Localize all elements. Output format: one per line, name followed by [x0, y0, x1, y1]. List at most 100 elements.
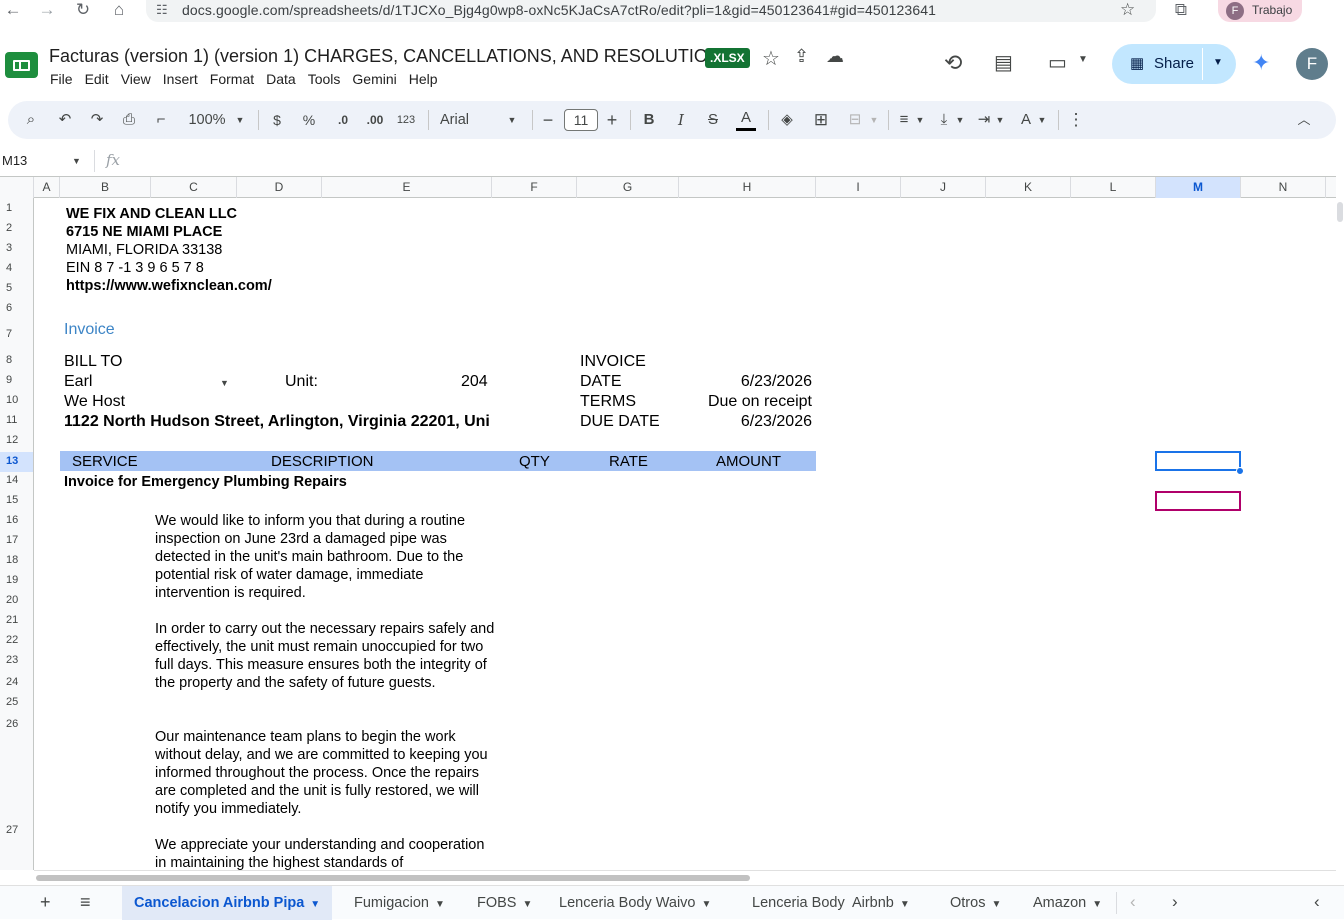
due-date-value[interactable]: 6/23/2026 [679, 413, 812, 431]
text-rotation-icon[interactable]: A [1016, 109, 1036, 131]
row-header[interactable]: 1 [0, 202, 33, 214]
percent-format-button[interactable]: % [300, 109, 318, 131]
font-size-input[interactable]: 11 [564, 109, 598, 131]
company-ein[interactable]: EIN 8 7 -1 3 9 6 5 7 8 [66, 260, 204, 276]
row-header[interactable]: 18 [0, 554, 33, 566]
menu-file[interactable]: File [44, 71, 79, 87]
header-rate[interactable]: RATE [609, 453, 648, 470]
horizontal-scroll-thumb[interactable] [36, 875, 750, 881]
bookmark-star-icon[interactable]: ☆ [1120, 0, 1135, 20]
menu-insert[interactable]: Insert [157, 71, 204, 87]
account-avatar[interactable]: F [1296, 48, 1328, 80]
back-icon[interactable]: ← [0, 0, 26, 22]
bold-icon[interactable]: B [640, 109, 658, 131]
company-name[interactable]: WE FIX AND CLEAN LLC [66, 206, 237, 222]
row-header[interactable]: 3 [0, 242, 33, 254]
active-cell-selection[interactable] [1155, 451, 1241, 471]
date-label[interactable]: DATE [580, 373, 621, 391]
menu-format[interactable]: Format [204, 71, 260, 87]
wrap-dropdown-icon[interactable]: ▼ [994, 109, 1006, 131]
bill-to-dropdown-icon[interactable]: ▼ [220, 378, 229, 388]
row-header[interactable]: 24 [0, 676, 33, 688]
document-title[interactable]: Facturas (version 1) (version 1) CHARGES… [49, 46, 733, 67]
increase-font-size-icon[interactable]: + [604, 109, 620, 131]
text-wrapping-icon[interactable]: ⇥ [974, 109, 994, 131]
column-header-d[interactable]: D [237, 177, 322, 198]
zoom-select[interactable]: 100% [184, 109, 230, 131]
share-button[interactable]: ▦ Share ▼ [1112, 44, 1236, 84]
row-header[interactable]: 11 [0, 414, 33, 426]
site-info-icon[interactable]: ☷ [156, 2, 168, 18]
row-header[interactable]: 17 [0, 534, 33, 546]
extensions-icon[interactable]: ⧉ [1168, 0, 1194, 22]
tab-dropdown-icon[interactable]: ▼ [900, 899, 910, 910]
collapse-toolbar-icon[interactable]: ︿ [1294, 109, 1314, 131]
row-header[interactable]: 12 [0, 434, 33, 446]
meet-dropdown-icon[interactable]: ▼ [1078, 54, 1088, 65]
description-paragraph[interactable]: We appreciate your understanding and coo… [155, 836, 495, 870]
row-header[interactable]: 16 [0, 514, 33, 526]
menu-data[interactable]: Data [260, 71, 302, 87]
invoice-heading[interactable]: Invoice [64, 321, 115, 339]
header-qty[interactable]: QTY [519, 453, 550, 470]
row-header[interactable]: 9 [0, 374, 33, 386]
row-header[interactable]: 4 [0, 262, 33, 274]
text-color-icon[interactable]: A [736, 109, 756, 131]
add-sheet-icon[interactable]: + [40, 892, 51, 913]
service-title[interactable]: Invoice for Emergency Plumbing Repairs [64, 474, 347, 490]
scroll-tabs-right-icon[interactable]: › [1172, 892, 1178, 912]
version-history-icon[interactable]: ⟲ [944, 50, 962, 76]
fill-color-icon[interactable]: ◈ [776, 109, 798, 131]
tab-lenceria-body-waivo[interactable]: Lenceria Body Waivo ▼ [547, 886, 723, 920]
menu-view[interactable]: View [115, 71, 157, 87]
tab-otros[interactable]: Otros ▼ [938, 886, 1013, 920]
redo-icon[interactable]: ↷ [86, 109, 108, 131]
row-header[interactable]: 10 [0, 394, 33, 406]
row-header[interactable]: 5 [0, 282, 33, 294]
row-header[interactable]: 26 [0, 718, 33, 730]
row-header[interactable]: 22 [0, 634, 33, 646]
row-header[interactable]: 19 [0, 574, 33, 586]
tab-dropdown-icon[interactable]: ▼ [1092, 899, 1102, 910]
name-box[interactable]: M13 [2, 153, 27, 168]
column-header-h[interactable]: H [679, 177, 816, 198]
bill-to-name[interactable]: Earl [64, 373, 92, 391]
column-header-k[interactable]: K [986, 177, 1071, 198]
star-icon[interactable]: ☆ [762, 46, 780, 71]
terms-value[interactable]: Due on receipt [679, 393, 812, 411]
name-box-dropdown-icon[interactable]: ▼ [72, 156, 81, 166]
column-header-f[interactable]: F [492, 177, 577, 198]
tab-dropdown-icon[interactable]: ▼ [310, 899, 320, 910]
row-header[interactable]: 25 [0, 696, 33, 708]
tab-dropdown-icon[interactable]: ▼ [522, 899, 532, 910]
vertical-align-icon[interactable]: ⤓ [934, 109, 954, 131]
print-icon[interactable]: ⎙ [118, 109, 140, 131]
row-header[interactable]: 14 [0, 474, 33, 486]
row-header[interactable]: 21 [0, 614, 33, 626]
fill-handle[interactable] [1236, 467, 1244, 475]
column-header-j[interactable]: J [901, 177, 986, 198]
row-header[interactable]: 2 [0, 222, 33, 234]
description-paragraph[interactable]: We would like to inform you that during … [155, 512, 495, 602]
valign-dropdown-icon[interactable]: ▼ [954, 109, 966, 131]
invoice-label[interactable]: INVOICE [580, 353, 646, 371]
select-all-corner[interactable] [0, 177, 34, 198]
search-icon[interactable]: ⌕ [20, 109, 42, 131]
font-family-select[interactable]: Arial [440, 109, 500, 131]
tab-fumigacion[interactable]: Fumigacion ▼ [342, 886, 457, 920]
font-dropdown-icon[interactable]: ▼ [506, 109, 518, 131]
row-header[interactable]: 7 [0, 328, 33, 340]
tab-cancelacion-airbnb-pipa[interactable]: Cancelacion Airbnb Pipa ▼ [122, 886, 333, 920]
description-paragraph[interactable]: In order to carry out the necessary repa… [155, 620, 495, 692]
borders-icon[interactable]: ⊞ [810, 109, 832, 131]
undo-icon[interactable]: ↶ [54, 109, 76, 131]
header-service[interactable]: SERVICE [72, 453, 138, 470]
column-header-l[interactable]: L [1071, 177, 1156, 198]
row-header[interactable]: 27 [0, 824, 33, 836]
decrease-font-size-icon[interactable]: − [540, 109, 556, 131]
number-format-button[interactable]: 123 [394, 109, 418, 131]
row-header[interactable]: 23 [0, 654, 33, 666]
sheets-logo-icon[interactable] [5, 52, 38, 78]
billing-address[interactable]: 1122 North Hudson Street, Arlington, Vir… [64, 413, 491, 431]
column-header-e[interactable]: E [322, 177, 492, 198]
